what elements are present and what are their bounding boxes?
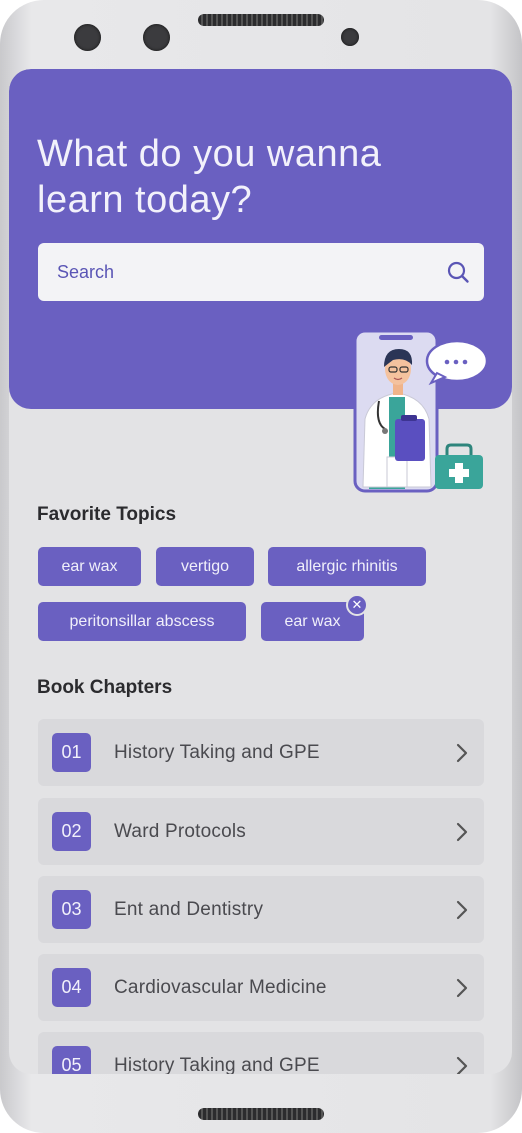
chapter-number: 05 (52, 1046, 91, 1074)
chapter-item[interactable]: 03 Ent and Dentistry (38, 876, 484, 943)
app-screen: What do you wanna learn today? Search Fa… (9, 69, 512, 1074)
chevron-right-icon (456, 900, 468, 920)
chevron-right-icon (456, 1056, 468, 1074)
page-title: What do you wanna learn today? (37, 131, 457, 223)
search-box (38, 243, 484, 301)
search-input[interactable] (38, 243, 484, 301)
chapter-label: History Taking and GPE (114, 742, 320, 763)
chapter-number: 03 (52, 890, 91, 929)
favorite-topics-title: Favorite Topics (37, 504, 177, 525)
chevron-right-icon (456, 978, 468, 998)
chapter-label: Ward Protocols (114, 821, 246, 842)
topic-chip[interactable]: vertigo (156, 547, 254, 586)
remove-chip-icon[interactable]: ✕ (346, 594, 368, 616)
speaker-grille (198, 14, 324, 26)
title-line: What do you wanna (37, 133, 382, 175)
title-line: learn today? (37, 179, 253, 221)
chip-label: ear wax (61, 558, 118, 575)
chip-label: allergic rhinitis (296, 558, 398, 575)
chapter-number: 01 (52, 733, 91, 772)
chapter-item[interactable]: 04 Cardiovascular Medicine (38, 954, 484, 1021)
chapter-number: 04 (52, 968, 91, 1007)
camera-lens (74, 24, 101, 51)
phone-frame: What do you wanna learn today? Search Fa… (0, 0, 522, 1133)
chapter-label: Ent and Dentistry (114, 899, 264, 920)
chapter-label: History Taking and GPE (114, 1055, 320, 1074)
chapter-label: Cardiovascular Medicine (114, 977, 327, 998)
chip-label: peritonsillar abscess (69, 613, 215, 630)
sensor-dot (341, 28, 359, 46)
chevron-right-icon (456, 822, 468, 842)
camera-lens (143, 24, 170, 51)
chip-label: vertigo (180, 558, 230, 575)
chapter-item[interactable]: 05 History Taking and GPE (38, 1032, 484, 1074)
book-chapters-title: Book Chapters (37, 677, 173, 698)
chapter-item[interactable]: 01 History Taking and GPE (38, 719, 484, 786)
chapter-number: 02 (52, 812, 91, 851)
chip-label: ear wax (284, 613, 341, 630)
topic-chip[interactable]: ear wax (38, 547, 141, 586)
chevron-right-icon (456, 743, 468, 763)
chapter-item[interactable]: 02 Ward Protocols (38, 798, 484, 865)
topic-chip[interactable]: allergic rhinitis (268, 547, 426, 586)
search-icon[interactable] (446, 260, 470, 284)
speaker-grille (198, 1108, 324, 1120)
topic-chip[interactable]: peritonsillar abscess (38, 602, 246, 641)
doctor-phone-illustration (353, 329, 489, 493)
